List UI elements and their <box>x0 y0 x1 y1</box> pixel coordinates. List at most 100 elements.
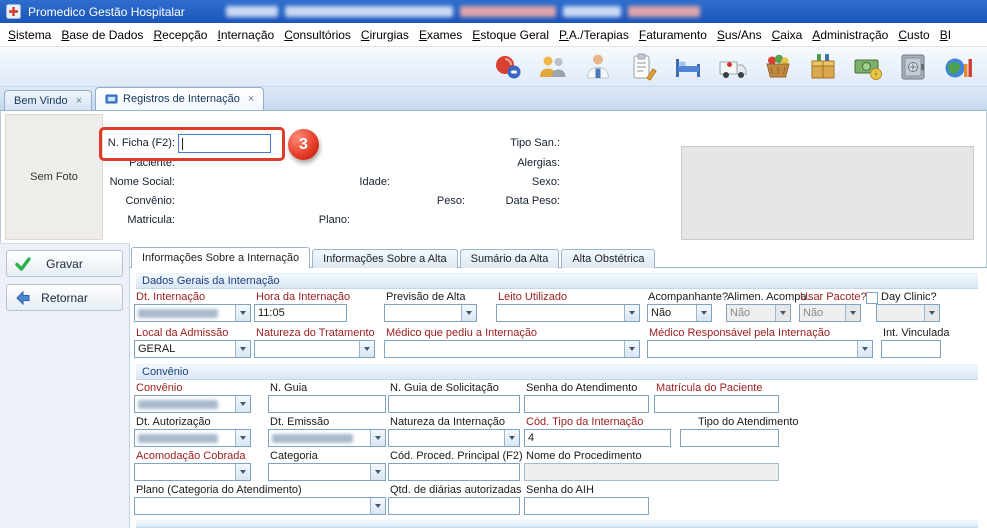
acompanhante-value: Não <box>648 305 696 321</box>
natureza-tratamento-combo[interactable] <box>254 340 375 358</box>
window-title: Promedico Gestão Hospitalar <box>28 5 185 19</box>
tab-bem-vindo[interactable]: Bem Vindo × <box>4 90 92 110</box>
tab-info-alta[interactable]: Informações Sobre a Alta <box>312 249 458 268</box>
menu-custo[interactable]: Custo <box>893 24 934 46</box>
menu-caixa[interactable]: Caixa <box>767 24 808 46</box>
title-bar[interactable]: Promedico Gestão Hospitalar <box>0 0 987 23</box>
leito-utilizado-combo[interactable] <box>496 304 640 322</box>
acompanhante-combo[interactable]: Não <box>647 304 712 322</box>
natureza-internacao-value <box>389 430 504 446</box>
senha-atendimento-input[interactable] <box>524 395 649 413</box>
medico-pediu-combo[interactable] <box>384 340 640 358</box>
natureza-internacao-combo[interactable] <box>388 429 520 447</box>
matricula-label: Matricula: <box>85 214 175 226</box>
dt-autorizacao-label: Dt. Autorização <box>136 416 211 428</box>
group-header-convenio: Convênio <box>136 364 978 380</box>
doctor-icon[interactable] <box>581 50 615 84</box>
convenio-label: Convênio <box>136 382 182 394</box>
supplies-icon[interactable] <box>761 50 795 84</box>
dropdown-arrow-icon[interactable] <box>461 305 476 321</box>
usar-pacote-label: Usar Pacote? <box>800 291 867 303</box>
menu-recepcao[interactable]: Recepção <box>148 24 212 46</box>
convenio-combo[interactable] <box>134 395 251 413</box>
menu-internacao[interactable]: Internação <box>212 24 279 46</box>
medico-responsavel-value <box>648 341 857 357</box>
dropdown-arrow-icon[interactable] <box>857 341 872 357</box>
inner-tab-strip: Informações Sobre a Internação Informaçõ… <box>131 247 655 268</box>
ambulance-icon[interactable] <box>716 50 750 84</box>
menu-administracao[interactable]: Administração <box>807 24 893 46</box>
menu-base-de-dados[interactable]: Base de Dados <box>56 24 148 46</box>
n-guia-input[interactable] <box>268 395 386 413</box>
cod-tipo-internacao-input[interactable]: 4 <box>524 429 671 447</box>
menu-estoque-geral[interactable]: Estoque Geral <box>467 24 554 46</box>
redacted-warning-text <box>460 6 556 17</box>
dropdown-arrow-icon[interactable] <box>370 464 385 480</box>
dropdown-arrow-icon[interactable] <box>235 341 250 357</box>
patients-icon[interactable] <box>536 50 570 84</box>
tab-alta-obstetrica[interactable]: Alta Obstétrica <box>561 249 655 268</box>
billing-icon[interactable] <box>851 50 885 84</box>
tab-registros-internacao[interactable]: Registros de Internação × <box>95 87 264 110</box>
int-vinculada-input[interactable] <box>881 340 941 358</box>
tab-info-internacao[interactable]: Informações Sobre a Internação <box>131 247 310 268</box>
dropdown-arrow-icon[interactable] <box>235 396 250 412</box>
hospital-bed-icon[interactable] <box>671 50 705 84</box>
tipo-atendimento-input[interactable] <box>680 429 779 447</box>
dropdown-arrow-icon[interactable] <box>370 430 385 446</box>
dt-emissao-combo[interactable] <box>268 429 386 447</box>
reports-icon[interactable] <box>941 50 975 84</box>
qtd-diarias-input[interactable] <box>388 497 520 515</box>
dt-internacao-label: Dt. Internação <box>136 291 205 303</box>
save-button[interactable]: Gravar <box>6 250 123 277</box>
local-admissao-combo[interactable]: GERAL <box>134 340 251 358</box>
menu-cirurgias[interactable]: Cirurgias <box>356 24 414 46</box>
close-icon[interactable]: × <box>76 95 82 107</box>
menu-sistema[interactable]: Sistema <box>3 24 56 46</box>
menu-consultorios[interactable]: Consultórios <box>279 24 356 46</box>
n-guia-label: N. Guia <box>270 382 307 394</box>
dropdown-arrow-icon[interactable] <box>235 464 250 480</box>
dropdown-arrow-icon[interactable] <box>235 430 250 446</box>
tab-sumario-alta[interactable]: Sumário da Alta <box>460 249 560 268</box>
convenio-header-label: Convênio: <box>85 195 175 207</box>
categoria-combo[interactable] <box>268 463 386 481</box>
acomodacao-cobrada-combo[interactable] <box>134 463 251 481</box>
senha-aih-input[interactable] <box>524 497 649 515</box>
cod-proced-principal-input[interactable] <box>388 463 520 481</box>
safe-icon[interactable] <box>896 50 930 84</box>
day-clinic-combo <box>876 304 940 322</box>
dt-emissao-value-redacted <box>269 430 370 446</box>
close-icon[interactable]: × <box>248 93 254 105</box>
back-button[interactable]: Retornar <box>6 284 123 311</box>
menu-faturamento[interactable]: Faturamento <box>634 24 712 46</box>
matricula-paciente-input[interactable] <box>654 395 779 413</box>
tipo-san-label: Tipo San.: <box>480 137 560 149</box>
tipo-atendimento-label: Tipo do Atendimento <box>698 416 799 428</box>
medico-responsavel-combo[interactable] <box>647 340 873 358</box>
stock-icon[interactable] <box>806 50 840 84</box>
leito-utilizado-label: Leito Utilizado <box>498 291 567 303</box>
senha-atendimento-label: Senha do Atendimento <box>526 382 637 394</box>
dropdown-arrow-icon[interactable] <box>504 430 519 446</box>
menu-sus-ans[interactable]: Sus/Ans <box>712 24 767 46</box>
dropdown-arrow-icon[interactable] <box>624 305 639 321</box>
previsao-alta-combo[interactable] <box>384 304 477 322</box>
dropdown-arrow-icon[interactable] <box>696 305 711 321</box>
dropdown-arrow-icon[interactable] <box>624 341 639 357</box>
dropdown-arrow-icon[interactable] <box>359 341 374 357</box>
help-contact-icon[interactable] <box>491 50 525 84</box>
hora-internacao-input[interactable]: 11:05 <box>254 304 347 322</box>
menu-exames[interactable]: Exames <box>414 24 467 46</box>
dropdown-arrow-icon[interactable] <box>235 305 250 321</box>
n-guia-solicitacao-input[interactable] <box>388 395 520 413</box>
menu-bi[interactable]: BI <box>935 24 956 46</box>
menu-pa-terapias[interactable]: P.A./Terapias <box>554 24 634 46</box>
previsao-alta-value <box>385 305 461 321</box>
plano-categoria-combo[interactable] <box>134 497 386 515</box>
day-clinic-checkbox[interactable] <box>866 292 878 304</box>
dt-autorizacao-combo[interactable] <box>134 429 251 447</box>
dropdown-arrow-icon[interactable] <box>370 498 385 514</box>
prescriptions-icon[interactable] <box>626 50 660 84</box>
dt-internacao-combo[interactable] <box>134 304 251 322</box>
